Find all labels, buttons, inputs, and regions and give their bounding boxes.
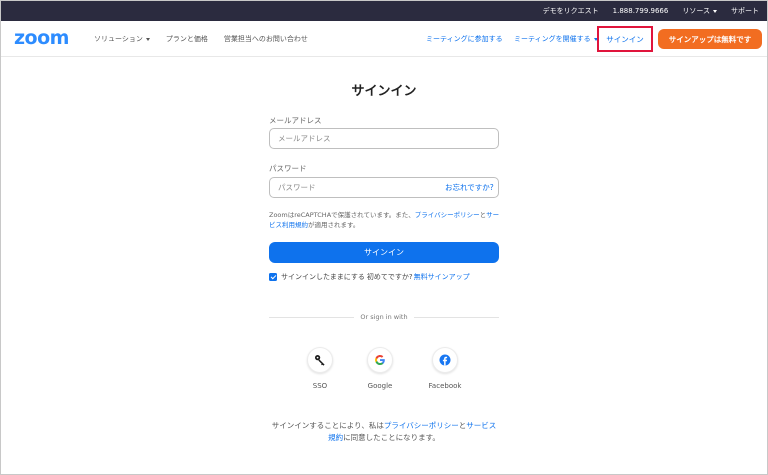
free-sign-up-link[interactable]: 無料サインアップ	[414, 272, 470, 282]
stay-signed-in-checkbox[interactable]	[269, 273, 277, 281]
footer-terms-link-line2[interactable]: 規約	[328, 433, 343, 442]
resources-menu[interactable]: リソース	[682, 6, 717, 16]
terms-suffix: に同意したことになります。	[343, 433, 440, 442]
support-link[interactable]: サポート	[731, 6, 759, 16]
solutions-menu[interactable]: ソリューション	[94, 34, 150, 44]
host-meeting-label: ミーティングを開催する	[514, 35, 591, 43]
request-demo-link[interactable]: デモをリクエスト	[543, 6, 599, 16]
captcha-prefix: ZoomはreCAPTCHAで保護されています。また、	[269, 211, 415, 219]
google-label: Google	[367, 382, 393, 390]
key-icon	[315, 355, 325, 366]
stay-signed-in-row: サインインしたままにする 初めてですか? 無料サインアップ	[269, 271, 509, 283]
footer-privacy-link[interactable]: プライバシーポリシー	[384, 421, 459, 430]
email-label: メールアドレス	[269, 116, 322, 125]
main-nav: zoom ソリューション プランと価格 営業担当へのお問い合わせ ミーティングに…	[1, 21, 767, 57]
nav-sign-in-link[interactable]: サインイン	[597, 26, 653, 52]
zoom-logo[interactable]: zoom	[14, 27, 69, 49]
forgot-password-link[interactable]: お忘れですか?	[445, 177, 494, 198]
sso-label: SSO	[312, 382, 328, 390]
privacy-policy-link[interactable]: プライバシーポリシー	[415, 211, 480, 219]
password-placeholder: パスワード	[278, 183, 316, 192]
captcha-suffix: が適用されます。	[308, 221, 360, 229]
facebook-label: Facebook	[428, 382, 462, 390]
join-meeting-link[interactable]: ミーティングに参加する	[426, 21, 503, 57]
page-title: サインイン	[351, 84, 417, 99]
phone-number-link[interactable]: 1.888.799.9666	[613, 7, 669, 15]
google-icon	[375, 355, 385, 365]
stay-signed-in-label[interactable]: サインインしたままにする	[281, 272, 365, 282]
google-button[interactable]: Google	[360, 347, 400, 390]
email-placeholder: メールアドレス	[278, 134, 331, 143]
facebook-circle	[432, 347, 458, 373]
chevron-down-icon	[713, 9, 717, 13]
window-frame	[0, 0, 768, 475]
sign-in-button[interactable]: サインイン	[269, 242, 499, 263]
contact-sales-link[interactable]: 営業担当へのお問い合わせ	[224, 34, 308, 44]
host-meeting-menu[interactable]: ミーティングを開催する	[514, 21, 598, 57]
google-circle	[367, 347, 393, 373]
facebook-button[interactable]: Facebook	[425, 347, 465, 390]
sign-up-free-button[interactable]: サインアップは無料です	[658, 29, 762, 49]
facebook-icon	[439, 354, 451, 366]
new-user-prompt: 初めてですか?	[366, 273, 413, 281]
or-sign-in-with: Or sign in with	[0, 313, 768, 321]
resources-label: リソース	[682, 7, 710, 15]
terms-prefix: サインインすることにより、私は	[271, 421, 384, 430]
or-sign-in-with-label: Or sign in with	[354, 313, 414, 321]
email-field[interactable]: メールアドレス	[269, 128, 499, 149]
recaptcha-notice: ZoomはreCAPTCHAで保護されています。また、プライバシーポリシーとサー…	[269, 210, 501, 230]
chevron-down-icon	[145, 37, 150, 41]
plans-link[interactable]: プランと価格	[166, 34, 208, 44]
footer-terms-link-line1[interactable]: サービス	[466, 421, 496, 430]
password-label: パスワード	[269, 164, 307, 173]
sso-button[interactable]: SSO	[300, 347, 340, 390]
terms-agreement: サインインすることにより、私はプライバシーポリシーとサービス 規約に同意したこと…	[0, 420, 768, 444]
utility-bar: デモをリクエスト 1.888.799.9666 リソース サポート	[1, 1, 767, 21]
sso-circle	[307, 347, 333, 373]
solutions-label: ソリューション	[94, 35, 143, 43]
